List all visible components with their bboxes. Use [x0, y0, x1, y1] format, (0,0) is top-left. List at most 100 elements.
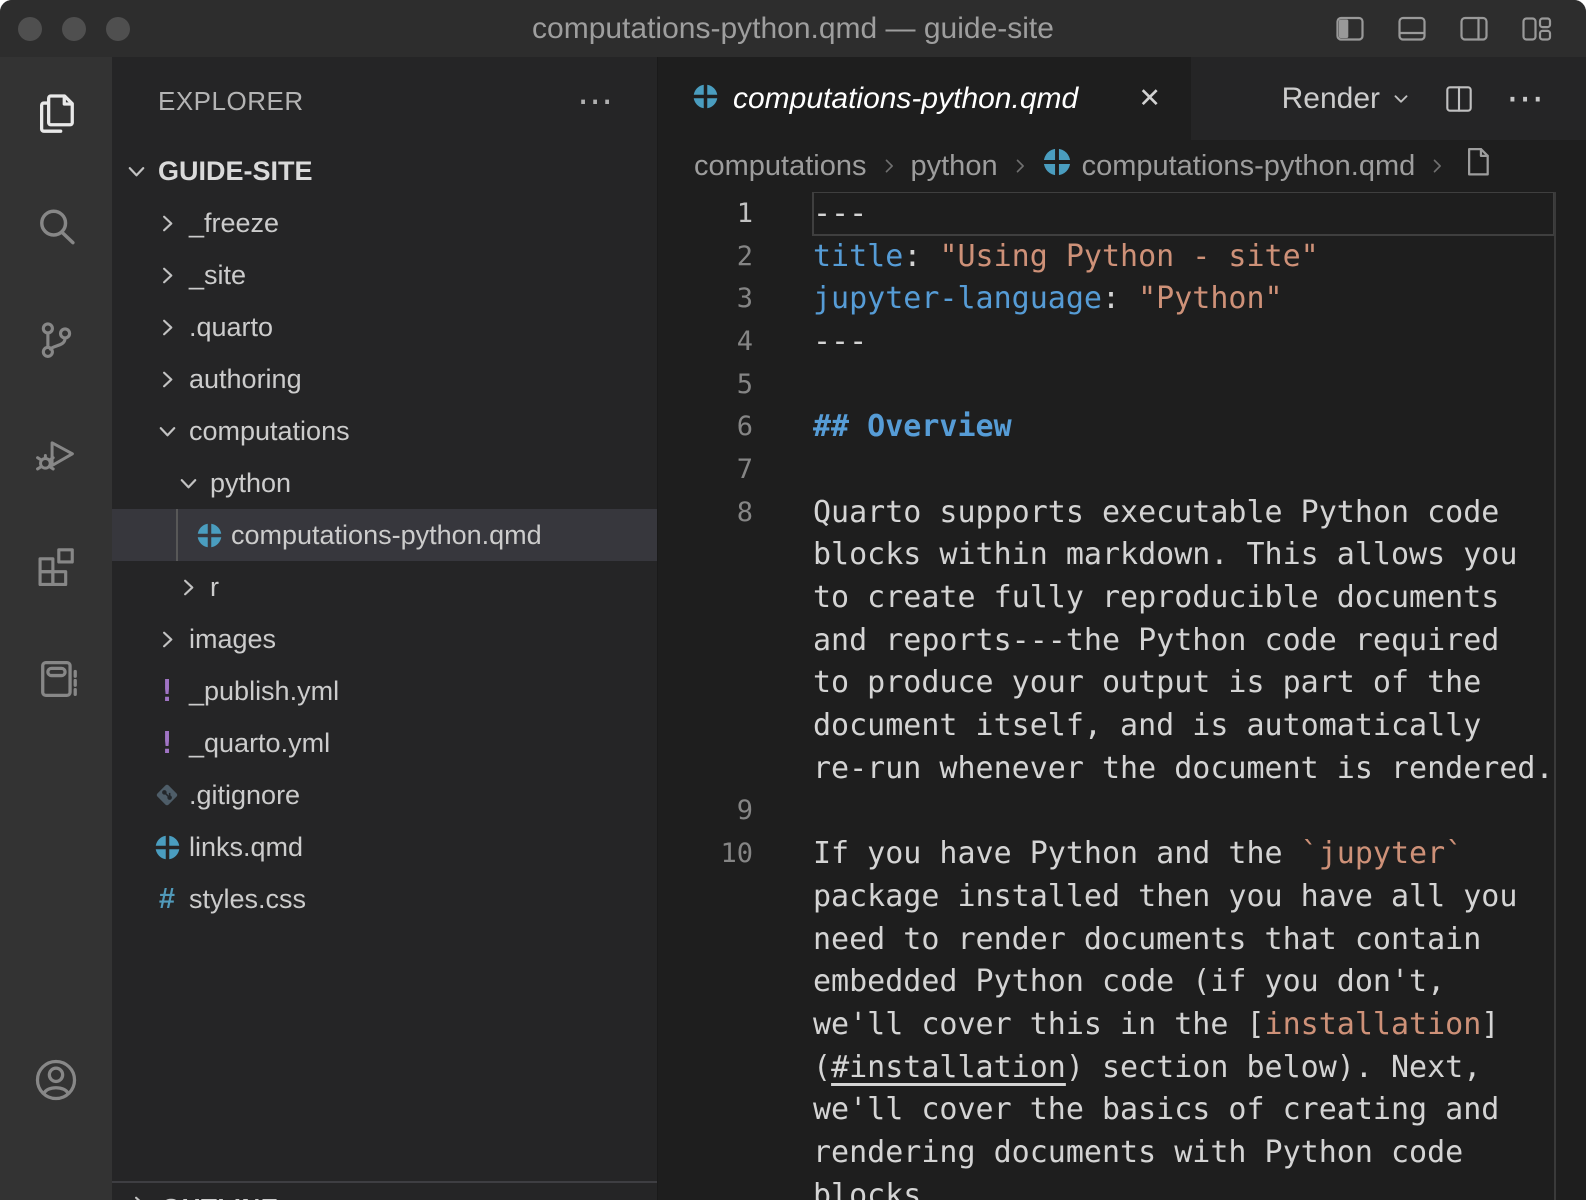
code-token-plain: embedded Python code (if you don't, [813, 964, 1445, 999]
tree-item-label: computations-python.qmd [231, 520, 542, 551]
activity-extensions[interactable] [0, 509, 112, 622]
tree-item--publish-yml[interactable]: !_publish.yml [112, 665, 657, 717]
chevron-right-icon [153, 625, 181, 653]
minimize-button[interactable] [62, 17, 86, 41]
search-icon [31, 202, 81, 252]
breadcrumb-separator-icon [879, 156, 899, 176]
code-line-text: blocks within markdown. This allows you [813, 534, 1554, 577]
code-token-plain: Quarto supports executable Python code [813, 495, 1499, 530]
code-line-text: blocks. [813, 1174, 1554, 1200]
line-number: 6 [658, 411, 771, 442]
chevron-right-icon [153, 209, 181, 237]
customize-layout-icon[interactable] [1517, 13, 1553, 45]
code-line: 7 [658, 448, 1586, 491]
quarto-icon [195, 521, 223, 549]
tree-item--freeze[interactable]: _freeze [112, 197, 657, 249]
split-editor-button[interactable] [1442, 82, 1476, 116]
line-number: 2 [658, 241, 771, 272]
title-bar: computations-python.qmd — guide-site [0, 0, 1586, 57]
render-label: Render [1282, 82, 1380, 116]
breadcrumb-computations-python-qmd[interactable]: computations-python.qmd [1042, 147, 1416, 185]
zoom-button[interactable] [106, 17, 130, 41]
tree-item--quarto-yml[interactable]: !_quarto.yml [112, 717, 657, 769]
code-token-link: #installation [831, 1050, 1066, 1085]
tree-item-python[interactable]: python [112, 457, 657, 509]
line-number: 8 [658, 497, 771, 528]
tree-item-label: _site [189, 260, 246, 291]
tab-close-icon[interactable]: ✕ [1138, 83, 1161, 114]
chevron-down-icon [1390, 88, 1412, 110]
activity-bar [0, 57, 112, 1200]
code-line: package installed then you have all you [658, 875, 1586, 918]
code-line: re-run whenever the document is rendered… [658, 747, 1586, 790]
activity-source-control[interactable] [0, 283, 112, 396]
tree-item-label: .quarto [189, 312, 273, 343]
code-token-plain: ) section below). Next, [1066, 1050, 1481, 1085]
code-line: 9 [658, 790, 1586, 833]
close-button[interactable] [18, 17, 42, 41]
tree-item-styles-css[interactable]: #styles.css [112, 873, 657, 925]
activity-accounts[interactable] [0, 1023, 112, 1136]
tree-item-computations[interactable]: computations [112, 405, 657, 457]
code-line-text: to produce your output is part of the [813, 662, 1554, 705]
line-number: 7 [658, 454, 771, 485]
toggle-primary-sidebar-icon[interactable] [1331, 13, 1367, 45]
code-line: 5 [658, 363, 1586, 406]
outline-header[interactable]: OUTLINE [112, 1191, 657, 1200]
activity-explorer[interactable] [0, 57, 112, 170]
tree-item-r[interactable]: r [112, 561, 657, 613]
code-line-text: --- [813, 320, 1554, 363]
code-line: 10If you have Python and the `jupyter` [658, 832, 1586, 875]
code-token-heading: ## Overview [813, 409, 1012, 444]
activity-search[interactable] [0, 170, 112, 283]
tree-item--quarto[interactable]: .quarto [112, 301, 657, 353]
code-editor[interactable]: 1---2title: "Using Python - site"3jupyte… [658, 192, 1586, 1200]
tree-item-guide-site[interactable]: GUIDE-SITE [112, 145, 657, 197]
code-line-text: jupyter-language: "Python" [813, 277, 1554, 320]
yaml-icon: ! [153, 677, 181, 705]
debug-icon [31, 428, 81, 478]
tree-item--gitignore[interactable]: .gitignore [112, 769, 657, 821]
tree-item--site[interactable]: _site [112, 249, 657, 301]
explorer-more-actions-button[interactable]: ⋯ [577, 91, 613, 111]
code-line-text: document itself, and is automatically [813, 704, 1554, 747]
workbench: EXPLORER ⋯ GUIDE-SITE_freeze_site.quarto… [0, 57, 1586, 1200]
toggle-secondary-sidebar-icon[interactable] [1455, 13, 1491, 45]
code-token-plain: rendering documents with Python code [813, 1135, 1463, 1170]
code-line-text: --- [813, 192, 1554, 235]
tree-item-links-qmd[interactable]: links.qmd [112, 821, 657, 873]
code-line-text: (#installation) section below). Next, [813, 1046, 1554, 1089]
chevron-down-icon [174, 469, 202, 497]
tab-computations-python[interactable]: computations-python.qmd ✕ [658, 57, 1191, 140]
line-number: 4 [658, 326, 771, 357]
code-token-plain: package installed then you have all you [813, 879, 1517, 914]
code-token-plain: If you have Python and the [813, 836, 1301, 871]
activity-run-debug[interactable] [0, 396, 112, 509]
breadcrumb-symbol-file-icon[interactable] [1459, 144, 1495, 188]
tree-item-computations-python-qmd[interactable]: computations-python.qmd [112, 509, 657, 561]
breadcrumb-python[interactable]: python [911, 150, 998, 183]
account-icon [30, 1054, 82, 1106]
activity-notebook[interactable] [0, 622, 112, 735]
code-token-code: installation [1265, 1007, 1482, 1042]
code-line: 3jupyter-language: "Python" [658, 277, 1586, 320]
breadcrumb-computations[interactable]: computations [694, 150, 867, 183]
code-token-key: jupyter-language [813, 281, 1102, 316]
tree-item-label: python [210, 468, 291, 499]
code-line-text [813, 448, 1554, 491]
code-token-plain: --- [813, 196, 867, 231]
line-number: 10 [658, 838, 771, 869]
tree-item-images[interactable]: images [112, 613, 657, 665]
quarto-icon [692, 83, 719, 115]
tree-item-authoring[interactable]: authoring [112, 353, 657, 405]
code-token-plain: and reports---the Python code required [813, 623, 1499, 658]
breadcrumb-label: python [911, 150, 998, 183]
render-button[interactable]: Render [1282, 82, 1412, 116]
editor-more-actions-button[interactable]: ⋯ [1506, 94, 1544, 104]
layout-controls [1331, 13, 1586, 45]
tab-bar: computations-python.qmd ✕ Render ⋯ [658, 57, 1586, 140]
tree-item-label: r [210, 572, 219, 603]
toggle-panel-icon[interactable] [1393, 13, 1429, 45]
tab-label: computations-python.qmd [733, 82, 1078, 116]
code-token-string: "Python" [1138, 281, 1283, 316]
